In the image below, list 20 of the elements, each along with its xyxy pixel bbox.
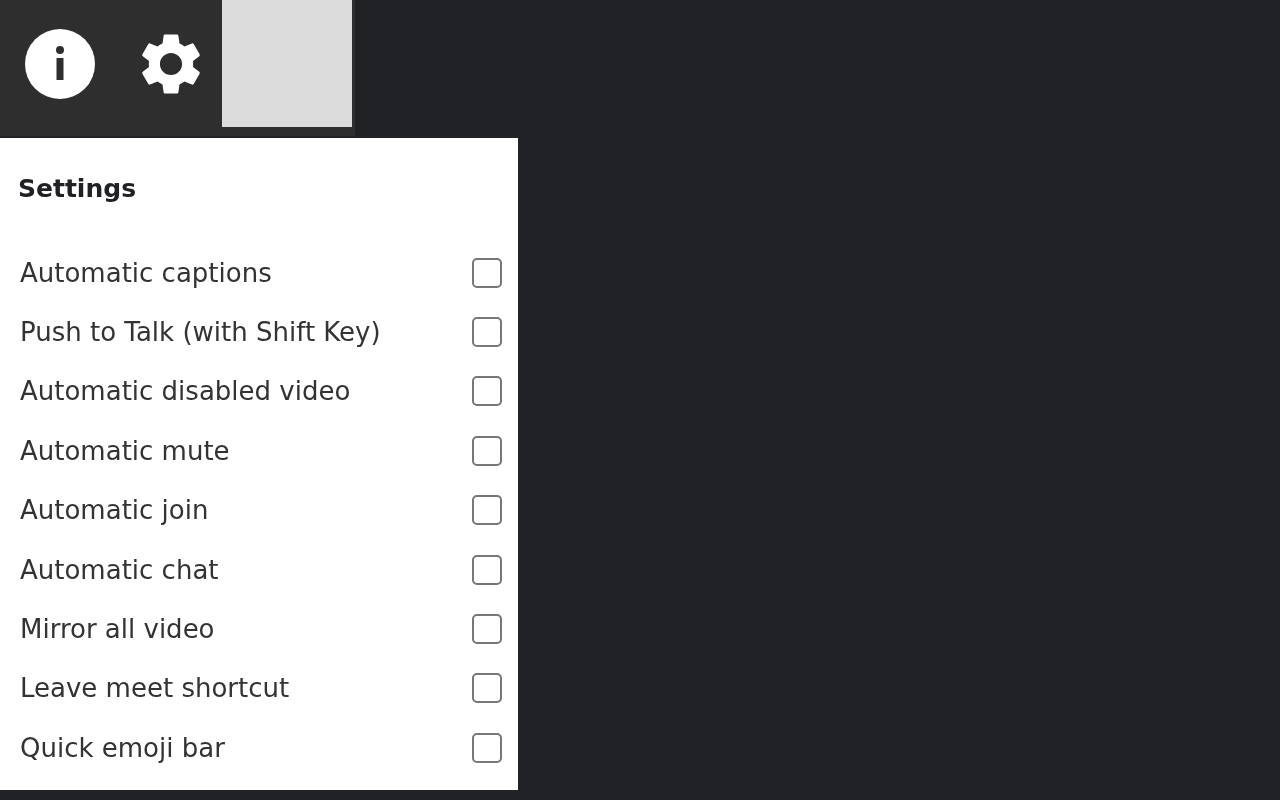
checkbox[interactable] xyxy=(472,317,502,348)
checkbox[interactable] xyxy=(472,376,502,407)
info-icon[interactable] xyxy=(24,28,96,100)
option-label: Leave meet shortcut xyxy=(19,673,290,704)
option-label: Quick emoji bar xyxy=(19,732,225,763)
checkbox[interactable] xyxy=(472,673,502,704)
checkbox[interactable] xyxy=(472,257,502,288)
checkbox[interactable] xyxy=(472,435,502,466)
checkbox[interactable] xyxy=(472,495,502,526)
panel-title: Settings xyxy=(18,174,136,203)
option-label: Automatic chat xyxy=(19,554,219,585)
checkbox[interactable] xyxy=(472,732,502,763)
option-label: Automatic mute xyxy=(19,435,230,466)
checkbox[interactable] xyxy=(472,554,502,585)
option-label: Push to Talk (with Shift Key) xyxy=(19,317,381,348)
option-label: Automatic join xyxy=(19,495,209,526)
option-label: Automatic captions xyxy=(19,257,272,288)
checkbox[interactable] xyxy=(472,614,502,645)
option-label: Automatic disabled video xyxy=(19,376,351,407)
option-label: Mirror all video xyxy=(19,614,215,645)
